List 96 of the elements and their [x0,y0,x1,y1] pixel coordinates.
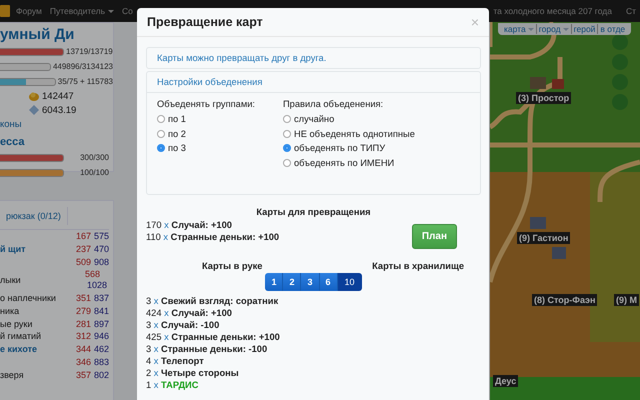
count-button[interactable]: 3 [301,273,320,291]
item-price: 167 [76,231,91,242]
radio-option[interactable]: случайно [283,112,470,126]
item-price: 1028 [86,280,107,292]
item-price: 346 [76,356,91,367]
item-price: 883 [94,356,109,367]
town-label[interactable]: (3) Простор [516,92,572,104]
item-price: 568 [84,269,100,280]
item-price: 946 [94,331,109,342]
panel-title: Настройки объеденения [157,77,262,87]
nav-link[interactable]: Форум [16,6,42,16]
item-price: 509 [76,256,91,267]
info-text: Карты можно превращать друг в друга. [157,53,326,63]
item-price: 841 [94,306,109,316]
map-link[interactable]: город [536,24,571,34]
item-price: 344 [76,344,91,354]
coin-pile-icon [29,91,39,101]
group-label: Правила объеденения: [283,99,384,109]
card-line: 110 x Странные деньки: +100 [146,231,280,243]
bar-reading: 35/75 + 115783 [58,77,113,86]
card-line: 425 x Странные деньки: +100 [146,331,281,343]
card-line: 3 x Свежий взгляд: соратник [146,295,280,307]
bar-reading: 300/300 [80,153,109,162]
hand-label: Карты в руке [202,261,262,271]
item-price: 351 [76,293,91,304]
plan-button[interactable]: План [412,224,457,249]
modal-title: Превращение карт [147,15,263,29]
backpack-tab[interactable]: рюкзак (0/12) [0,207,68,225]
radio-icon[interactable] [157,130,165,138]
radio-icon[interactable] [283,115,291,124]
card-line: 170 x Случай: +100 [146,219,233,231]
map-link[interactable]: в отде [597,24,628,34]
hero-link[interactable]: коны [0,119,113,130]
item-name: о наплечники [0,293,56,304]
radio-icon[interactable] [283,130,291,138]
nav-link[interactable]: Со [122,6,133,16]
count-button[interactable]: 6 [320,273,338,291]
bar-reading: 449896/3134123 [52,62,113,71]
storage-label: Карты в хранилище [372,261,464,271]
gem-amount: 6043.19 [42,104,76,116]
card-line: 424 x Случай: +100 [146,307,233,319]
item-price: 470 [94,244,109,254]
game-date: та холодного месяца 207 года [493,6,612,16]
item-price: 575 [94,231,109,242]
item-name[interactable]: е кихоте [0,344,38,354]
bar-reading: 13719/13719 [66,47,113,56]
count-button[interactable]: 2 [283,273,302,291]
item-name: й гиматий [0,331,42,342]
item-name[interactable]: й щит [0,244,26,254]
town-label[interactable]: (9) М [614,294,639,306]
town-label[interactable]: (9) Гастион [517,232,570,244]
item-name: зверя [0,370,24,380]
radio-option[interactable]: по 2 [157,126,283,141]
radio-icon[interactable] [283,158,291,167]
radio-icon[interactable] [283,144,291,152]
card-line: 4 x Телепорт [146,355,205,367]
card-line: 3 x Случай: -100 [146,319,220,331]
bar-reading: 100/100 [80,168,109,177]
section-heading: есса [0,136,26,148]
radio-option[interactable]: НЕ объеденять однотипные [283,126,470,141]
card-line: 1 x ТАРДИС [146,379,200,391]
hero-name: умный Ди [0,26,76,44]
group-label: Объеденять группами: [157,99,256,109]
radio-option[interactable]: по 1 [157,112,283,126]
town-label[interactable]: Деус [493,375,518,387]
item-price: 908 [94,256,109,267]
item-price: 237 [76,244,91,254]
radio-icon[interactable] [157,144,165,152]
logo-icon[interactable] [0,4,10,18]
card-line: 3 x Странные деньки: -100 [146,343,268,355]
item-price: 802 [94,370,109,380]
item-price: 281 [76,318,91,329]
radio-icon[interactable] [157,115,165,124]
map-link[interactable]: карта [502,24,536,34]
item-price: 279 [76,306,91,316]
coin-amount: 142447 [42,90,74,102]
item-price: 312 [76,331,91,342]
count-button[interactable]: 1 [265,273,284,291]
item-name: лыки [0,275,21,286]
item-price: 837 [94,293,109,304]
town-label[interactable]: (8) Стор-Фаэн [532,294,598,306]
nav-link[interactable]: Путеводитель [50,6,114,16]
item-price: 462 [94,344,109,354]
item-price: 897 [94,318,109,329]
section-title: Карты для превращения [255,207,372,217]
map-link[interactable]: герой [570,24,598,34]
item-name: ника [0,306,20,316]
radio-option[interactable]: по 3 [157,141,283,156]
crystal-icon [29,105,39,115]
radio-option[interactable]: объеденять по ТИПУ [283,141,470,156]
card-line: 2 x Четыре стороны [146,367,240,379]
radio-option[interactable]: объеденять по ИМЕНИ [283,156,470,170]
item-price: 357 [76,370,91,380]
item-name: ые руки [0,318,32,329]
nav-link[interactable]: Ст [626,6,636,16]
count-button[interactable]: 10 [338,273,362,291]
